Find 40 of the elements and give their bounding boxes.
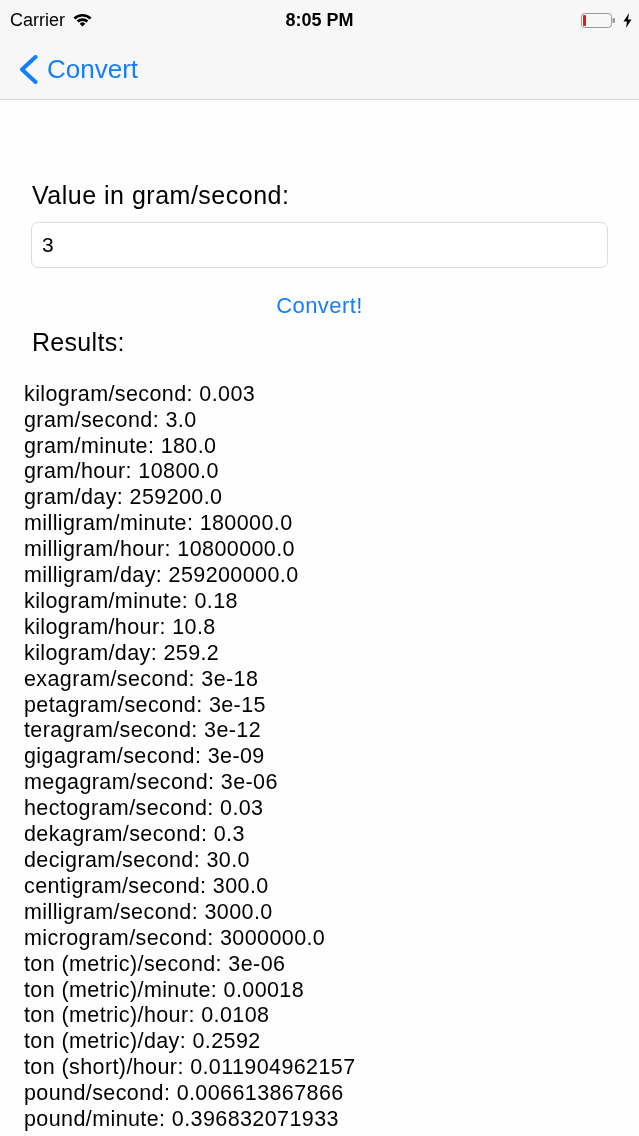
result-line: milligram/second: 3000.0 — [24, 899, 274, 926]
result-line: pound/second: 0.006613867866 — [24, 1081, 345, 1108]
result-line: kilogram/hour: 10.8 — [24, 614, 217, 641]
result-line: gram/second: 3.0 — [24, 407, 198, 434]
result-line: gram/day: 259200.0 — [24, 485, 224, 512]
back-button[interactable]: Convert — [47, 53, 139, 86]
carrier-name: Carrier — [10, 8, 65, 32]
result-line: microgram/second: 3000000.0 — [24, 925, 327, 952]
result-line: centigram/second: 300.0 — [24, 873, 270, 900]
result-line: dekagram/second: 0.3 — [24, 822, 246, 848]
result-line: gram/hour: 10800.0 — [24, 459, 220, 486]
result-line: hectogram/second: 0.03 — [24, 796, 265, 823]
result-line: ton (metric)/second: 3e-06 — [24, 951, 287, 978]
lightning-bolt-icon — [623, 12, 632, 28]
result-line: exagram/second: 3e-18 — [24, 666, 260, 693]
wifi-icon — [73, 13, 92, 27]
value-input-field[interactable]: 3 — [31, 222, 608, 268]
convert-button[interactable]: Convert! — [270, 288, 369, 324]
result-line: teragram/second: 3e-12 — [24, 718, 263, 745]
result-line: megagram/second: 3e-06 — [24, 770, 279, 797]
battery-icon — [581, 12, 615, 28]
result-line: ton (metric)/hour: 0.0108 — [24, 1003, 271, 1030]
result-line: milligram/minute: 180000.0 — [24, 511, 294, 538]
result-line: milligram/hour: 10800000.0 — [24, 537, 296, 564]
chevron-left-icon[interactable] — [18, 55, 39, 84]
result-line: kilogram/second: 0.003 — [24, 381, 257, 408]
result-line: kilogram/day: 259.2 — [24, 640, 221, 667]
result-line: ton (metric)/minute: 0.00018 — [24, 977, 306, 1004]
status-time: 8:05 PM — [285, 8, 354, 32]
result-line: kilogram/minute: 0.18 — [24, 588, 239, 615]
result-line: milligram/day: 259200000.0 — [24, 563, 300, 589]
result-line: petagram/second: 3e-15 — [24, 692, 267, 719]
result-line: pound/minute: 0.396832071933 — [24, 1107, 340, 1133]
result-line: gigagram/second: 3e-09 — [24, 744, 266, 771]
results-heading: Results: — [32, 327, 126, 357]
result-line: gram/minute: 180.0 — [24, 433, 218, 460]
result-line: ton (short)/hour: 0.011904962157 — [24, 1055, 357, 1082]
result-line: decigram/second: 30.0 — [24, 848, 251, 874]
result-line: ton (metric)/day: 0.2592 — [24, 1029, 262, 1056]
field-label: Value in gram/second: — [32, 181, 291, 210]
